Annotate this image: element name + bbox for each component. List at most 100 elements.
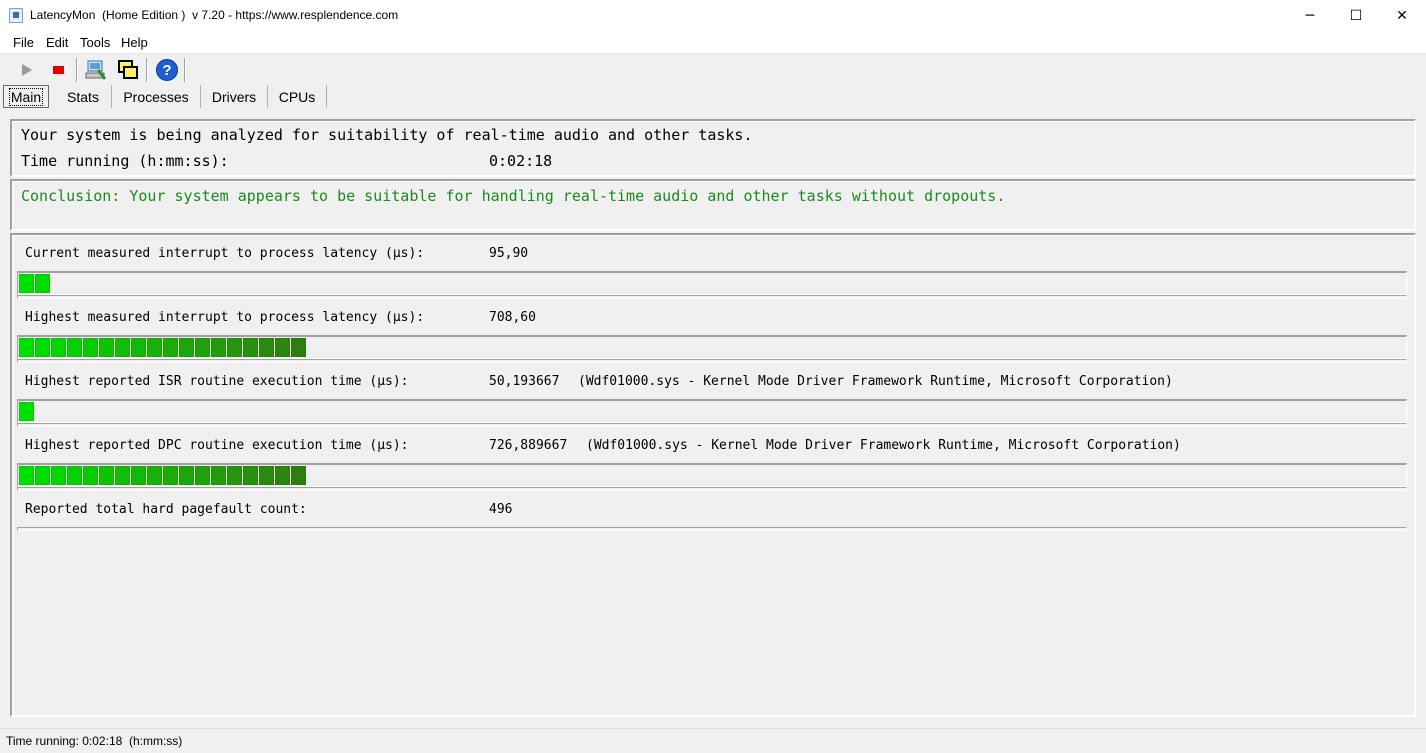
help-icon: ? [156, 59, 178, 81]
bar-segment [275, 338, 290, 357]
metric-value: 50,193667 [489, 374, 560, 389]
computer-icon [85, 60, 107, 80]
metric-label: Highest reported ISR routine execution t… [25, 374, 409, 389]
bar-segment [115, 466, 130, 485]
bar-baseline [17, 527, 1407, 531]
bar-segment [131, 338, 146, 357]
bar-segment [259, 338, 274, 357]
bar-segment [131, 466, 146, 485]
tab-main-label: Main [8, 87, 44, 106]
stop-button[interactable] [45, 57, 71, 83]
windows-icon [118, 60, 138, 79]
windows-button[interactable] [115, 57, 141, 83]
bar-segment [291, 466, 306, 485]
metric-detail: (Wdf01000.sys - Kernel Mode Driver Frame… [578, 374, 1173, 389]
menu-tools[interactable]: Tools [80, 35, 110, 50]
bar-segment [211, 338, 226, 357]
svg-text:?: ? [162, 62, 171, 79]
bar-segment [243, 338, 258, 357]
bar-segment [227, 466, 242, 485]
bar-segment [99, 338, 114, 357]
analysis-status-text: Your system is being analyzed for suitab… [21, 126, 753, 144]
toolbar-separator [184, 58, 186, 82]
bar-segment [83, 466, 98, 485]
minimize-button[interactable]: ─ [1287, 0, 1333, 31]
computer-button[interactable] [83, 57, 109, 83]
bar-segment [35, 274, 50, 293]
bar-segment [211, 466, 226, 485]
bar-segment [179, 466, 194, 485]
bar-segment [67, 466, 82, 485]
conclusion-panel: Conclusion: Your system appears to be su… [10, 179, 1416, 231]
bar-segment [163, 338, 178, 357]
bar-segment [147, 466, 162, 485]
bar-segment [195, 466, 210, 485]
metric-label: Highest measured interrupt to process la… [25, 310, 425, 325]
latency-bar [17, 463, 1407, 487]
metric-detail: (Wdf01000.sys - Kernel Mode Driver Frame… [586, 438, 1181, 453]
bar-segment [291, 338, 306, 357]
tab-stats[interactable]: Stats [55, 85, 112, 108]
bar-segment [99, 466, 114, 485]
bar-segment [51, 466, 66, 485]
bar-segment [259, 466, 274, 485]
tab-processes[interactable]: Processes [112, 85, 201, 108]
bar-segment [275, 466, 290, 485]
close-button[interactable]: ✕ [1379, 0, 1425, 31]
play-icon [22, 64, 32, 76]
tab-stats-label: Stats [67, 88, 99, 105]
conclusion-text: Conclusion: Your system appears to be su… [21, 187, 1006, 205]
bar-segment [51, 338, 66, 357]
help-button[interactable]: ? [154, 57, 180, 83]
tab-drivers[interactable]: Drivers [201, 85, 268, 108]
title-bar[interactable]: LatencyMon (Home Edition ) v 7.20 - http… [0, 0, 1426, 32]
metric-value: 95,90 [489, 246, 529, 261]
bar-segment [19, 402, 34, 421]
bar-segment [35, 466, 50, 485]
latency-bar-fill [19, 338, 307, 357]
tab-main[interactable]: Main [3, 85, 49, 108]
metric-label: Reported total hard pagefault count: [25, 502, 307, 517]
status-bar-text: Time running: 0:02:18 (h:mm:ss) [6, 734, 183, 748]
metric-value: 708,60 [489, 310, 536, 325]
bar-baseline [17, 423, 1407, 427]
latency-bar [17, 399, 1407, 423]
time-running-label: Time running (h:mm:ss): [21, 152, 229, 170]
bar-segment [243, 466, 258, 485]
bar-baseline [17, 295, 1407, 299]
tab-cpus[interactable]: CPUs [268, 85, 327, 108]
bar-segment [83, 338, 98, 357]
latency-bar-fill [19, 402, 35, 421]
bar-baseline [17, 359, 1407, 363]
status-bar: Time running: 0:02:18 (h:mm:ss) [0, 728, 1426, 753]
latency-bar [17, 271, 1407, 295]
bar-segment [115, 338, 130, 357]
toolbar-separator [146, 58, 148, 82]
metric-value: 726,889667 [489, 438, 568, 453]
latency-bar-fill [19, 274, 51, 293]
bar-segment [19, 466, 34, 485]
stop-icon [53, 66, 64, 74]
maximize-button[interactable]: ☐ [1333, 0, 1379, 31]
menu-bar: File Edit Tools Help [0, 32, 1426, 54]
bar-segment [19, 338, 34, 357]
menu-edit[interactable]: Edit [46, 35, 68, 50]
play-button[interactable] [14, 57, 40, 83]
tab-processes-label: Processes [123, 88, 189, 105]
metric-label: Highest reported DPC routine execution t… [25, 438, 409, 453]
bar-segment [179, 338, 194, 357]
metric-value: 496 [489, 502, 513, 517]
menu-help[interactable]: Help [121, 35, 148, 50]
app-icon [9, 8, 23, 23]
tab-drivers-label: Drivers [211, 88, 257, 105]
time-running-value: 0:02:18 [489, 152, 553, 170]
bar-segment [227, 338, 242, 357]
analysis-panel: Your system is being analyzed for suitab… [10, 119, 1416, 177]
window-title: LatencyMon (Home Edition ) v 7.20 - http… [30, 8, 399, 22]
bar-segment [195, 338, 210, 357]
latency-bar-fill [19, 466, 307, 485]
metric-label: Current measured interrupt to process la… [25, 246, 425, 261]
tab-cpus-label: CPUs [278, 88, 316, 105]
bar-segment [35, 338, 50, 357]
menu-file[interactable]: File [13, 35, 34, 50]
